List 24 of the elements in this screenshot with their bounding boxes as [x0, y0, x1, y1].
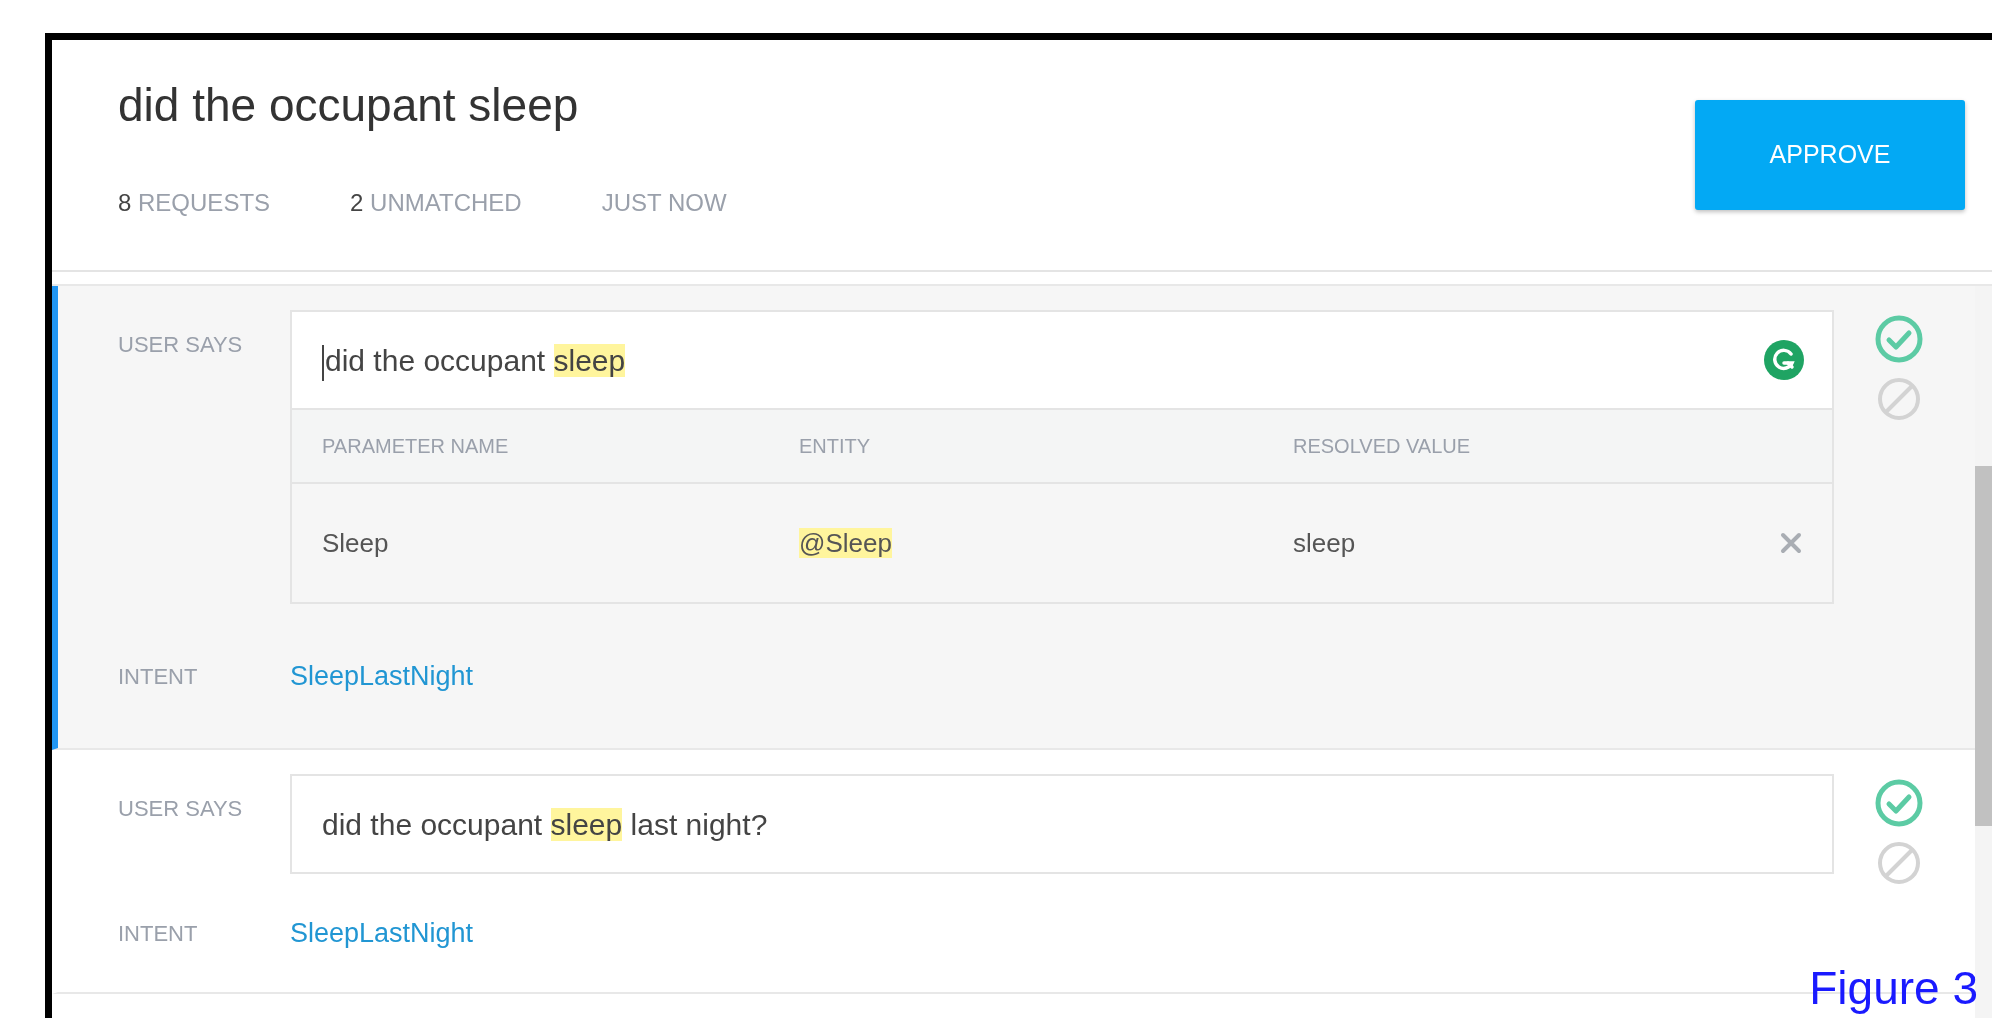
stat-text: 2 UNMATCHED: [350, 188, 522, 219]
utterance-field[interactable]: did the occupant sleep: [290, 310, 1834, 410]
close-icon[interactable]: [1780, 532, 1802, 554]
entity-cell: @Sleep: [799, 527, 892, 558]
stat-text: JUST NOW: [601, 188, 727, 219]
column-header: PARAMETER NAME: [322, 435, 509, 457]
check-circle-icon[interactable]: [1874, 314, 1924, 364]
table-cell-text: sleep: [1293, 526, 1356, 560]
scrollbar[interactable]: [1975, 286, 1992, 1018]
field-label: INTENT: [118, 919, 198, 948]
request-card[interactable]: USER SAYS did the occupant sleep PARAMETER NAME ENTITY RESOLVED VALUE Sleep @Sleep sleep INTENT SleepLastNight: [52, 286, 1975, 750]
page-title: did the occupant sleep: [118, 78, 580, 133]
field-label: INTENT: [118, 662, 198, 691]
column-header: RESOLVED VALUE: [1293, 435, 1471, 457]
block-icon[interactable]: [1876, 840, 1922, 886]
table-cell: Sleep: [322, 527, 389, 558]
utterance-field[interactable]: did the occupant sleep last night?: [290, 774, 1834, 874]
block-icon[interactable]: [1876, 376, 1922, 422]
field-label: USER SAYS: [118, 331, 243, 359]
column-header: ENTITY: [799, 435, 871, 457]
check-circle-icon[interactable]: [1874, 778, 1924, 828]
scrollbar-thumb[interactable]: [1975, 466, 1992, 826]
field-label: USER SAYS: [118, 795, 243, 823]
stat-text: 8 REQUESTS: [118, 188, 271, 219]
